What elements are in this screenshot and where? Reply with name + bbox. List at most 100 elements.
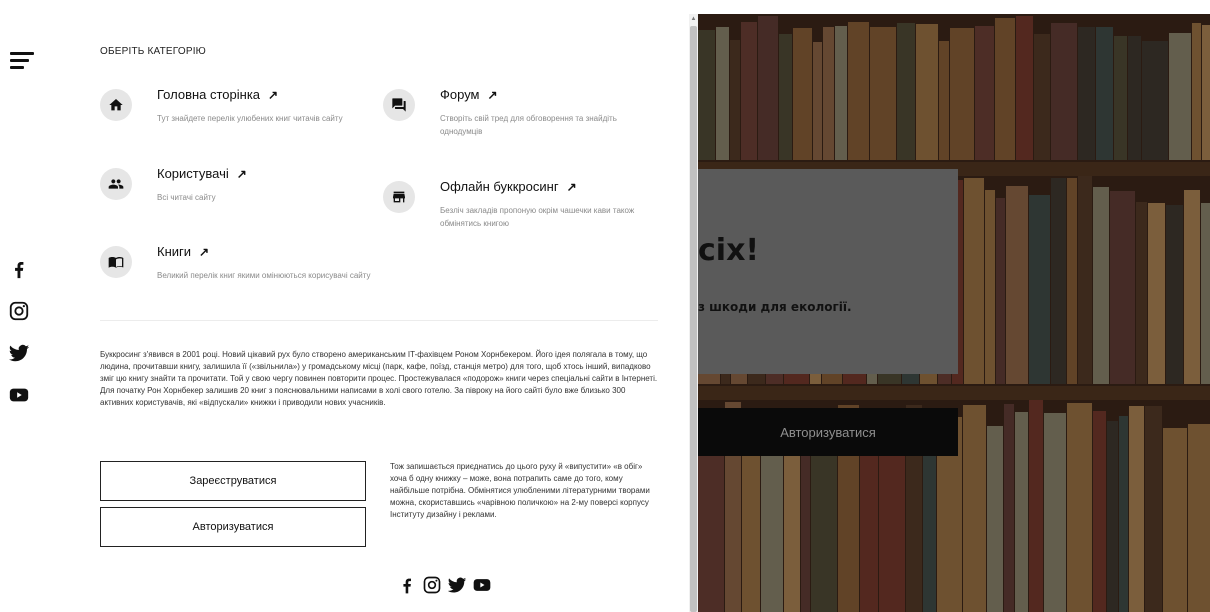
book-spine — [1201, 203, 1210, 384]
youtube-icon[interactable] — [472, 575, 492, 595]
book-spine — [1015, 412, 1028, 612]
book-spine — [1078, 176, 1092, 384]
twitter-icon[interactable] — [8, 342, 30, 364]
book-spine — [1016, 16, 1033, 160]
login-button[interactable]: Авторизуватися — [100, 507, 366, 547]
book-spine — [939, 41, 949, 160]
book-spine — [987, 426, 1003, 612]
book-spine — [1119, 416, 1128, 612]
book-spine — [1142, 41, 1168, 160]
youtube-icon[interactable] — [8, 384, 30, 406]
book-spine — [848, 22, 869, 160]
section-divider — [100, 320, 658, 321]
book-spine — [963, 405, 986, 612]
book-spine — [1067, 403, 1092, 612]
menu-item-description: Всі читачі сайту — [157, 193, 216, 202]
arrow-up-right-icon: ↗ — [268, 88, 279, 102]
book-spine — [1148, 203, 1165, 384]
facebook-icon[interactable] — [397, 575, 417, 595]
book-spine — [779, 34, 792, 160]
book-spine — [1136, 202, 1147, 384]
book-spine — [1067, 178, 1077, 384]
hero-login-button[interactable]: Авторизуватися — [698, 408, 958, 456]
book-spine — [1188, 424, 1210, 612]
book-spine — [1145, 406, 1162, 612]
book-spine — [813, 42, 822, 160]
book-spine — [1107, 421, 1118, 612]
book-spine — [1006, 186, 1028, 384]
book-spine — [1096, 27, 1113, 160]
book-spine — [1192, 23, 1201, 160]
menu-item-description: Створіть свій тред для обговорення та зн… — [440, 114, 617, 136]
home-icon — [100, 89, 132, 121]
background-page: сіх! з шкоди для екології. Авторизуватис… — [698, 14, 1210, 612]
book-spine — [964, 178, 984, 384]
book-spine — [916, 24, 938, 160]
book-spine — [1128, 36, 1141, 160]
hero-title: сіх! — [698, 233, 760, 268]
book-spine — [1078, 27, 1095, 160]
book-spine — [1184, 190, 1200, 384]
book-spine — [1029, 400, 1043, 612]
book-spine — [870, 27, 896, 160]
book-spine — [758, 16, 778, 160]
book-spine — [793, 28, 812, 160]
book-spine — [716, 27, 729, 160]
book-spine — [1029, 195, 1050, 384]
category-title: ОБЕРІТЬ КАТЕГОРІЮ — [100, 46, 206, 57]
menu-item-label: Головна сторінка — [157, 87, 261, 102]
book-spine — [985, 190, 995, 384]
book-spine — [1114, 36, 1127, 160]
book-spine — [1004, 404, 1014, 612]
book-spine — [1034, 34, 1050, 160]
book-spine — [1051, 178, 1066, 384]
book-spine — [741, 22, 757, 160]
twitter-icon[interactable] — [447, 575, 467, 595]
book-spine — [698, 30, 715, 160]
book-spine — [1044, 413, 1066, 612]
book-spine — [835, 26, 847, 160]
arrow-up-right-icon: ↗ — [199, 245, 210, 259]
hero-card: сіх! з шкоди для екології. — [698, 169, 958, 374]
instagram-icon[interactable] — [8, 300, 30, 322]
left-rail — [0, 0, 60, 612]
book-spine — [1166, 205, 1183, 384]
page-scrollbar[interactable]: ▲ — [689, 14, 698, 612]
footer-social-links — [397, 575, 492, 595]
book-spine — [1169, 33, 1191, 160]
menu-item-description: Великий перелік книг якими омінюються ко… — [157, 271, 371, 280]
arrow-up-right-icon: ↗ — [566, 180, 577, 194]
arrow-up-right-icon: ↗ — [487, 88, 498, 102]
book-spine — [1163, 428, 1187, 612]
menu-item-label: Користувачі — [157, 166, 229, 181]
menu-item-description: Безліч закладів пропоную окрім чашечки к… — [440, 206, 635, 228]
scrollbar-thumb[interactable] — [690, 26, 697, 612]
book-spine — [1093, 187, 1109, 384]
book-spine — [1129, 406, 1144, 612]
side-note-text: Тож запишається приєднатись до цього рух… — [390, 462, 650, 519]
book-spine — [996, 198, 1005, 384]
book-spine — [1202, 25, 1210, 160]
book-icon — [100, 246, 132, 278]
category-menu-panel: ОБЕРІТЬ КАТЕГОРІЮ Головна сторінка ↗ Тут … — [100, 0, 690, 612]
hero-subtitle: з шкоди для екології. — [698, 300, 852, 314]
book-spine — [1051, 23, 1077, 160]
store-icon — [383, 181, 415, 213]
register-button[interactable]: Зареєструватися — [100, 461, 366, 501]
book-spine — [995, 18, 1015, 160]
book-spine — [823, 27, 834, 160]
about-text: Буккросинг з'явився в 2001 році. Новий ц… — [100, 350, 658, 407]
menu-item-label: Форум — [440, 87, 480, 102]
arrow-up-right-icon: ↗ — [236, 167, 247, 181]
menu-item-label: Книги — [157, 244, 192, 259]
hamburger-menu-icon[interactable] — [10, 50, 34, 70]
facebook-icon[interactable] — [8, 258, 30, 280]
menu-item-label: Офлайн буккросинг — [440, 179, 559, 194]
book-spine — [730, 40, 740, 160]
book-spine — [950, 28, 974, 160]
book-spine — [1093, 411, 1106, 612]
book-spine — [1110, 191, 1135, 384]
users-icon — [100, 168, 132, 200]
instagram-icon[interactable] — [422, 575, 442, 595]
scroll-up-arrow-icon[interactable]: ▲ — [689, 14, 698, 24]
